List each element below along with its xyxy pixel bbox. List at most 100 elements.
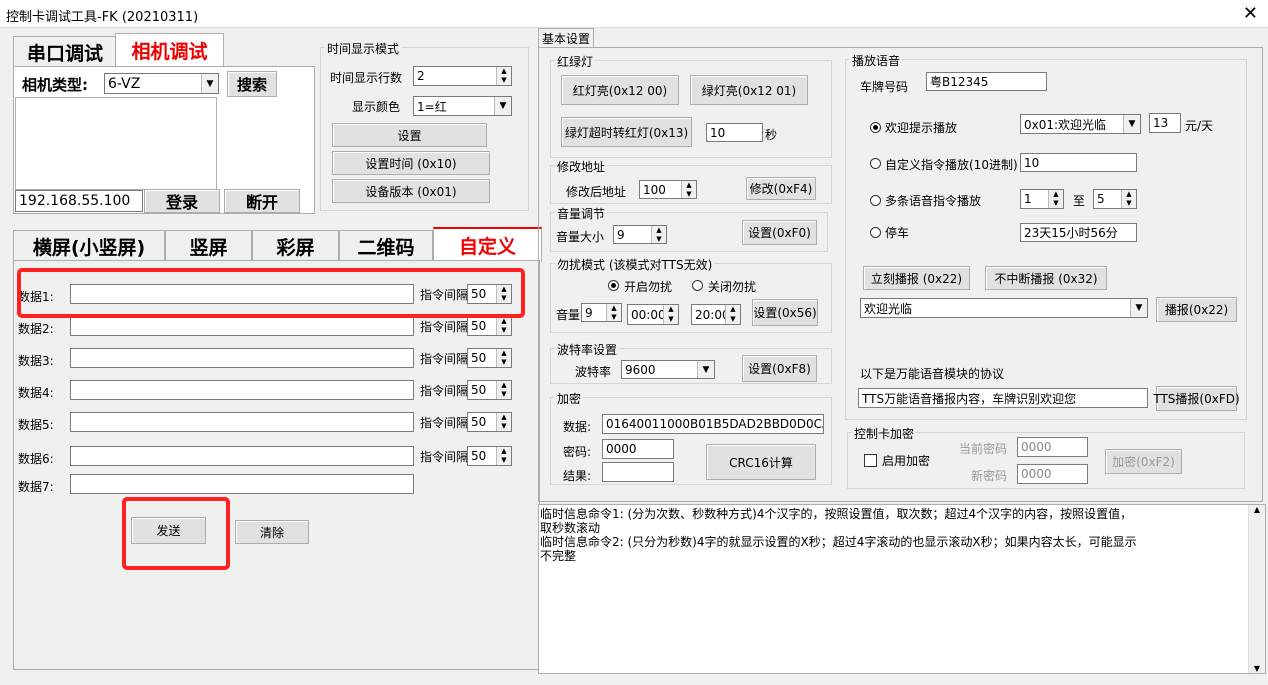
tab-color[interactable]: 彩屏 [252, 230, 339, 261]
search-button[interactable]: 搜索 [227, 71, 277, 97]
dnd-set-button[interactable]: 设置(0x56) [752, 299, 818, 326]
time-mode-title: 时间显示模式 [325, 40, 402, 57]
tab-qrcode[interactable]: 二维码 [339, 230, 433, 261]
rows-spinner[interactable]: 2 ▲ ▼ [413, 66, 512, 86]
tts-play-button[interactable]: TTS播报(0xFD) [1153, 386, 1240, 411]
data-row-input[interactable] [70, 412, 414, 432]
tab-serial[interactable]: 串口调试 [13, 36, 117, 67]
interval-value: 50 [471, 383, 487, 397]
device-version-button[interactable]: 设备版本 (0x01) [332, 179, 490, 203]
close-icon[interactable]: ✕ [1243, 3, 1258, 24]
red-on-button[interactable]: 红灯亮(0x12 00) [561, 75, 679, 105]
price-input[interactable]: 13 [1149, 113, 1181, 133]
tab-vertical[interactable]: 竖屏 [165, 230, 252, 261]
tab-custom[interactable]: 自定义 [433, 227, 542, 262]
disconnect-button[interactable]: 断开 [224, 189, 300, 213]
multi-to-spinner[interactable]: 5 ▲ ▼ [1093, 189, 1137, 209]
custom-cmd-input[interactable]: 10 [1020, 153, 1137, 172]
dnd-on-radio[interactable] [608, 280, 619, 291]
play-now-button[interactable]: 立刻播报 (0x22) [863, 266, 970, 290]
data-row-input[interactable] [70, 446, 414, 466]
encrypt-result-input[interactable] [602, 462, 674, 482]
baud-set-button[interactable]: 设置(0xF8) [742, 355, 817, 382]
camera-type-select[interactable]: 6-VZ ▼ [104, 73, 219, 94]
dnd-volume-spinner[interactable]: 9 ▲ ▼ [581, 303, 622, 322]
timeout-input[interactable]: 10 [706, 123, 763, 142]
dnd-on-label: 开启勿扰 [624, 280, 673, 294]
chevron-down-icon: ▼ [494, 97, 511, 115]
encrypt-card-button[interactable]: 加密(0xF2) [1105, 449, 1182, 474]
encrypt-password-input[interactable]: 0000 [602, 439, 674, 459]
encrypt-password-label: 密码: [563, 445, 592, 459]
log-textarea[interactable]: 临时信息命令1: (分为次数、秒数种方式)4个汉字的，按照设置值，取次数；超过4… [538, 504, 1266, 674]
interval-spinner[interactable]: 50 ▲ ▼ [467, 380, 512, 400]
dnd-start-time[interactable]: 00:00 ▲ ▼ [627, 304, 679, 325]
color-select[interactable]: 1=红 ▼ [413, 96, 512, 116]
interval-spinner[interactable]: 50 ▲ ▼ [467, 348, 512, 368]
data-row-label: 数据3: [18, 354, 54, 368]
volume-spinner[interactable]: 9 ▲ ▼ [613, 225, 667, 244]
welcome-radio[interactable] [870, 122, 881, 133]
custom-cmd-radio[interactable] [870, 158, 881, 169]
no-interrupt-button[interactable]: 不中断播报 (0x32) [985, 266, 1107, 290]
interval-value: 50 [471, 449, 487, 463]
current-password-input[interactable]: 0000 [1017, 437, 1088, 457]
tab-basic-settings[interactable]: 基本设置 [538, 28, 594, 48]
log-scrollbar[interactable]: ▲ ▼ [1248, 505, 1265, 673]
multi-from-spinner[interactable]: 1 ▲ ▼ [1020, 189, 1064, 209]
parking-radio[interactable] [870, 227, 881, 238]
interval-spinner[interactable]: 50 ▲ ▼ [467, 446, 512, 466]
crc16-button[interactable]: CRC16计算 [706, 444, 816, 480]
play-button[interactable]: 播报(0x22) [1156, 297, 1237, 322]
camera-type-label: 相机类型: [22, 76, 88, 94]
clear-button[interactable]: 清除 [235, 520, 309, 544]
address-spinner[interactable]: 100 ▲ ▼ [639, 180, 697, 199]
login-button[interactable]: 登录 [144, 189, 220, 213]
set-time-button[interactable]: 设置时间 (0x10) [332, 151, 490, 175]
multi-cmd-radio[interactable] [870, 195, 881, 206]
data-row-input[interactable] [70, 474, 414, 494]
data-row-input[interactable] [70, 348, 414, 368]
set-button[interactable]: 设置 [332, 123, 487, 147]
plate-input[interactable]: 粤B12345 [926, 72, 1047, 91]
ip-input[interactable]: 192.168.55.100 [15, 190, 143, 212]
duration-input[interactable]: 23天15小时56分 [1020, 223, 1137, 242]
tab-camera[interactable]: 相机调试 [115, 33, 224, 67]
green-timeout-button[interactable]: 绿灯超时转红灯(0x13) [561, 117, 692, 147]
welcome-select[interactable]: 0x01:欢迎光临 ▼ [1020, 114, 1141, 134]
interval-spinner[interactable]: 50 ▲ ▼ [467, 412, 512, 432]
tts-input[interactable]: TTS万能语音播报内容，车牌识别欢迎您 [858, 388, 1148, 408]
interval-value: 50 [471, 351, 487, 365]
highlight-box-send [122, 497, 230, 570]
tab-horizontal[interactable]: 横屏(小竖屏) [13, 230, 165, 261]
data-row-label: 数据6: [18, 452, 54, 466]
volume-set-button[interactable]: 设置(0xF0) [742, 220, 817, 245]
data-row-label: 数据4: [18, 386, 54, 400]
custom-cmd-label: 自定义指令播放(10进制) [885, 158, 1018, 172]
tts-note: 以下是万能语音模块的协议 [860, 367, 1005, 381]
log-line: 取秒数滚动 [540, 521, 601, 535]
green-on-button[interactable]: 绿灯亮(0x12 01) [690, 75, 808, 105]
encrypt-data-input[interactable]: 01640011000B01B5DAD2BBD0D0CAFDBEDD [602, 414, 824, 434]
enable-encrypt-checkbox[interactable] [864, 454, 877, 467]
data-row-input[interactable] [70, 380, 414, 400]
baud-select[interactable]: 9600 ▼ [621, 360, 715, 379]
volume-label: 音量大小 [556, 230, 605, 244]
data-row-label: 数据7: [18, 480, 54, 494]
scroll-down-icon[interactable]: ▼ [1249, 664, 1265, 673]
address-label: 修改后地址 [566, 185, 627, 199]
modify-address-button[interactable]: 修改(0xF4) [746, 177, 816, 200]
rows-label: 时间显示行数 [330, 71, 403, 85]
encrypt-data-label: 数据: [563, 420, 592, 434]
welcome-phrase-select[interactable]: 欢迎光临 ▼ [860, 298, 1148, 318]
seconds-label: 秒 [765, 128, 778, 142]
welcome-label: 欢迎提示播放 [885, 121, 958, 135]
spinner-arrows-icon: ▲ ▼ [496, 381, 511, 399]
camera-list[interactable] [15, 97, 217, 190]
interval-spinner[interactable]: 50 ▲ ▼ [467, 316, 512, 336]
dnd-end-time[interactable]: 20:00 ▲ ▼ [691, 304, 741, 325]
new-password-input[interactable]: 0000 [1017, 464, 1088, 484]
scroll-up-icon[interactable]: ▲ [1249, 505, 1265, 514]
dnd-off-radio[interactable] [692, 280, 703, 291]
data-row-input[interactable] [70, 316, 414, 336]
